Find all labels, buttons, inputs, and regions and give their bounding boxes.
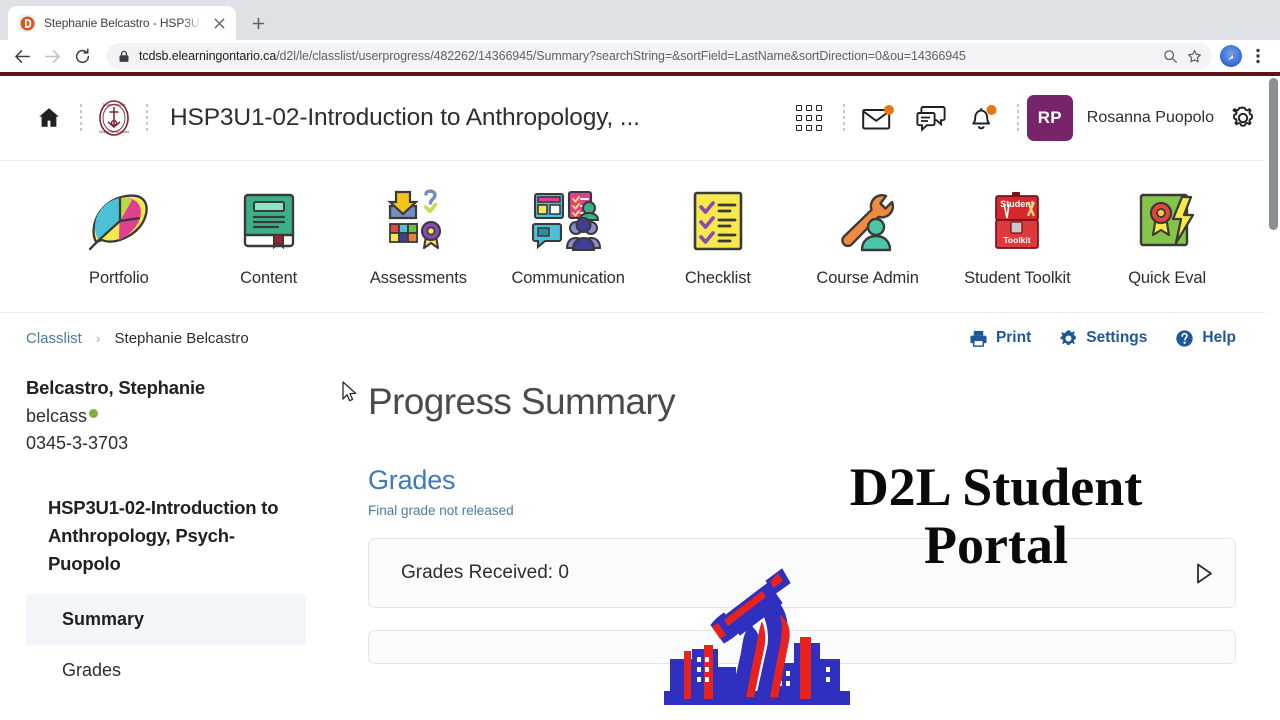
book-icon (194, 187, 344, 255)
play-triangle-icon[interactable] (1196, 563, 1213, 584)
chevron-right-icon: › (95, 330, 101, 346)
student-name: Belcastro, Stephanie (26, 377, 206, 398)
app-grid-icon[interactable] (783, 92, 835, 144)
help-button[interactable]: Help (1175, 329, 1236, 348)
nav-item-assessments[interactable]: Assessments (344, 187, 494, 288)
overlay-title-line1: D2L Student (849, 457, 1143, 517)
divider (1016, 104, 1019, 132)
watermark-brand-creative: CREATIVE (631, 716, 763, 720)
online-status-icon (89, 409, 99, 418)
student-id: 0345-3-3703 (26, 433, 129, 453)
course-title[interactable]: HSP3U1-02-Introduction to Anthropology, … (170, 104, 783, 132)
divider (80, 104, 82, 132)
watermark-brand-savants: SAVANTS (764, 716, 881, 720)
communication-icon (493, 187, 643, 255)
nav-label: Communication (511, 269, 625, 287)
printer-icon (970, 330, 987, 347)
browser-tab[interactable]: Stephanie Belcastro - HSP3U1 (8, 6, 236, 40)
address-bar-url: tcdsb.elearningontario.ca/d2l/le/classli… (139, 49, 1154, 63)
tab-strip: Stephanie Belcastro - HSP3U1 (0, 0, 1280, 40)
star-icon[interactable] (1187, 49, 1202, 64)
breadcrumb-link-classlist[interactable]: Classlist (26, 330, 82, 347)
tab-title: Stephanie Belcastro - HSP3U1 (44, 16, 202, 30)
print-label: Print (995, 329, 1032, 346)
nav-label: Student Toolkit (964, 269, 1071, 287)
forward-arrow-icon (38, 42, 66, 70)
home-icon[interactable] (26, 105, 72, 131)
help-circle-icon (1176, 329, 1194, 347)
gear-icon (1060, 329, 1077, 345)
d2l-favicon-icon (19, 14, 36, 32)
chat-bubble-icon[interactable] (905, 92, 957, 144)
tcdsb-crest-logo-icon[interactable]: Toronto Catholic District School Board (90, 94, 138, 142)
nav-item-portfolio[interactable]: Portfolio (44, 187, 194, 288)
gear-icon[interactable] (1228, 103, 1264, 133)
url-path: /d2l/le/classlist/userprogress/482262/14… (276, 49, 966, 63)
nav-item-quick-eval[interactable]: Quick Eval (1092, 187, 1242, 288)
breadcrumb-row: Classlist › Stephanie Belcastro Print Se… (0, 313, 1280, 363)
bell-icon[interactable] (957, 92, 1009, 144)
nav-item-checklist[interactable]: Checklist (643, 187, 793, 288)
d2l-top-navigation: Toronto Catholic District School Board H… (0, 76, 1280, 161)
new-tab-button[interactable] (244, 9, 272, 37)
divider (146, 104, 148, 132)
breadcrumb-current: Stephanie Belcastro (114, 329, 249, 347)
nav-label: Assessments (369, 269, 467, 287)
leaf-icon (44, 187, 194, 255)
divider (842, 104, 845, 132)
scrollbar-thumb[interactable] (1269, 78, 1278, 230)
ribbon-bolt-icon (1092, 187, 1242, 255)
svg-text:District School Board: District School Board (99, 130, 129, 134)
course-nav-bar: Portfolio Content Assessments Communicat… (0, 161, 1280, 313)
nav-label: Checklist (684, 269, 751, 287)
nav-label: Quick Eval (1128, 269, 1207, 287)
reload-icon[interactable] (68, 42, 96, 70)
creative-savants-watermark: CREATIVE SAVANTS www.creativesavantz.com (620, 563, 892, 720)
back-arrow-icon[interactable] (8, 42, 36, 70)
sidebar-course-title: HSP3U1-02-Introduction to Anthropology, … (48, 497, 279, 575)
sidebar-item-grades[interactable]: Grades (26, 645, 306, 696)
page-title: Progress Summary (368, 381, 676, 422)
zoom-search-icon[interactable] (1163, 49, 1178, 64)
assessments-icon (344, 187, 494, 255)
student-username: belcass (26, 406, 88, 426)
close-icon[interactable] (210, 14, 228, 32)
checklist-icon (643, 187, 793, 255)
settings-button[interactable]: Settings (1059, 329, 1147, 348)
nav-item-content[interactable]: Content (194, 187, 344, 288)
student-username-row: belcass (26, 406, 306, 427)
svg-text:Toolkit: Toolkit (1004, 235, 1031, 245)
nav-label: Course Admin (816, 269, 919, 287)
avatar[interactable]: RP (1026, 95, 1073, 141)
watermark-brand: CREATIVE SAVANTS (620, 716, 892, 720)
sidebar-nav: HSP3U1-02-Introduction to Anthropology, … (26, 482, 306, 696)
print-button[interactable]: Print (969, 329, 1031, 348)
email-icon[interactable] (853, 92, 905, 144)
browser-toolbar: tcdsb.elearningontario.ca/d2l/le/classli… (0, 40, 1280, 72)
top-nav-icons: RP Rosanna Puopolo (783, 92, 1264, 144)
user-name[interactable]: Rosanna Puopolo (1087, 109, 1214, 127)
sidebar-item-summary[interactable]: Summary (26, 594, 306, 646)
nav-item-communication[interactable]: Communication (493, 187, 643, 288)
nav-label: Portfolio (89, 269, 149, 287)
url-host: tcdsb.elearningontario.ca (139, 49, 277, 63)
mouse-cursor (342, 381, 357, 407)
toolbox-icon: Student Toolkit (943, 187, 1093, 255)
help-label: Help (1202, 329, 1236, 346)
browser-window: Stephanie Belcastro - HSP3U1 tcdsb.elear… (0, 0, 1280, 720)
lock-icon (118, 50, 130, 63)
nav-label: Content (240, 269, 298, 287)
nav-item-course-admin[interactable]: Course Admin (793, 187, 943, 288)
vertical-scrollbar[interactable] (1265, 76, 1280, 720)
settings-label: Settings (1086, 329, 1148, 346)
svg-text:Toronto Catholic: Toronto Catholic (102, 103, 125, 107)
address-bar[interactable]: tcdsb.elearningontario.ca/d2l/le/classli… (106, 43, 1212, 69)
overlay-title: D2L Student Portal (806, 458, 1186, 575)
profile-avatar-icon[interactable] (1220, 45, 1242, 67)
page-content: Toronto Catholic District School Board H… (0, 76, 1280, 720)
wrench-person-icon (793, 187, 943, 255)
student-sidebar: Belcastro, Stephanie belcass 0345-3-3703… (26, 363, 306, 696)
nav-item-student-toolkit[interactable]: Student Toolkit Student Toolkit (943, 187, 1093, 288)
three-dot-menu-icon[interactable] (1244, 42, 1272, 70)
